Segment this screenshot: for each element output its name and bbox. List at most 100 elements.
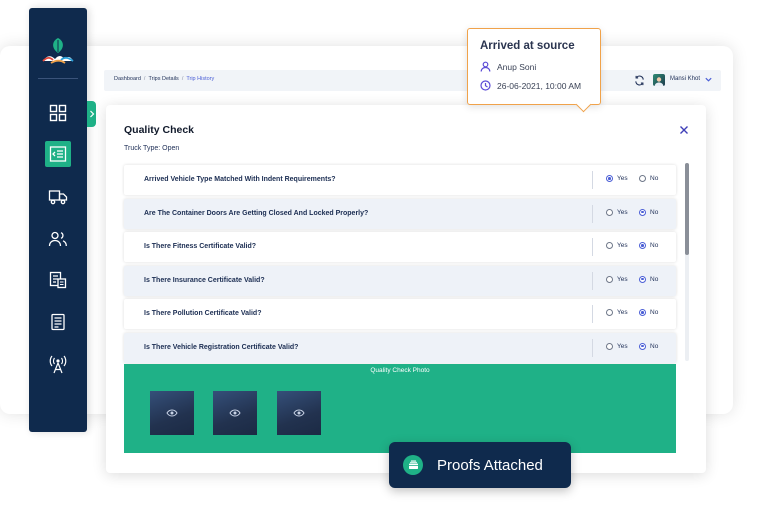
arrived-at-source-card: Arrived at source Anup Soni 26-06-2021, … — [467, 28, 601, 105]
radio-yes[interactable]: Yes — [606, 242, 628, 249]
radio-label: No — [650, 342, 659, 350]
radio-yes[interactable]: Yes — [606, 342, 628, 350]
breadcrumb-dashboard[interactable]: Dashboard — [114, 76, 141, 82]
arrived-time: 26-06-2021, 10:00 AM — [497, 80, 582, 91]
user-name[interactable]: Mansi Khot — [670, 76, 700, 82]
radio-no[interactable]: No — [639, 208, 658, 216]
radio-label: No — [650, 309, 659, 316]
row-divider — [592, 204, 593, 223]
radio-no[interactable]: No — [639, 242, 658, 249]
question-text: Is There Fitness Certificate Valid? — [144, 243, 257, 250]
radio-dot[interactable] — [639, 342, 646, 350]
proofs-attached-badge[interactable]: Proofs Attached — [389, 442, 571, 488]
question-row: Arrived Vehicle Type Matched With Indent… — [124, 165, 676, 195]
avatar[interactable] — [653, 74, 665, 86]
sidebar-item-documents[interactable] — [45, 267, 71, 293]
question-text: Is There Pollution Certificate Valid? — [144, 310, 262, 317]
sidebar-item-trips[interactable] — [45, 141, 71, 167]
close-icon[interactable] — [679, 125, 689, 135]
sidebar — [29, 8, 87, 432]
row-divider — [592, 271, 593, 290]
radio-dot[interactable] — [606, 342, 613, 350]
sidebar-item-dashboard[interactable] — [45, 100, 71, 126]
question-row: Is There Vehicle Registration Certificat… — [124, 332, 676, 363]
radio-dot[interactable] — [606, 175, 613, 182]
breadcrumb-separator: / — [143, 76, 146, 82]
row-divider — [592, 305, 593, 323]
quality-check-photo-panel: Quality Check Photo — [124, 364, 676, 453]
radio-dot[interactable] — [606, 309, 613, 316]
breadcrumb-separator: / — [181, 76, 184, 82]
question-row: Are The Container Doors Are Getting Clos… — [124, 198, 676, 229]
clock-icon — [480, 80, 491, 91]
person-icon — [654, 77, 664, 86]
radio-dot[interactable] — [639, 175, 646, 182]
photo-thumbnail[interactable] — [277, 391, 321, 435]
quality-check-modal: Quality Check Truck Type: Open Arrived V… — [106, 105, 706, 473]
question-text: Is There Insurance Certificate Valid? — [144, 276, 265, 284]
arrived-time-row: 26-06-2021, 10:00 AM — [480, 80, 581, 91]
radio-label: Yes — [617, 275, 628, 283]
radio-yes[interactable]: Yes — [606, 275, 628, 283]
photo-thumbnail[interactable] — [213, 391, 257, 435]
row-divider — [592, 171, 593, 189]
sidebar-item-reports[interactable] — [45, 309, 71, 335]
radio-dot[interactable] — [639, 242, 646, 249]
radio-dot[interactable] — [606, 275, 613, 283]
trip-list-icon — [49, 146, 67, 162]
report-icon — [51, 313, 65, 331]
refresh-icon[interactable] — [634, 75, 645, 86]
radio-label: Yes — [617, 242, 628, 249]
eye-icon — [166, 409, 178, 417]
sidebar-collapse-toggle[interactable] — [87, 101, 96, 127]
radio-dot[interactable] — [639, 208, 646, 216]
radio-label: Yes — [617, 175, 628, 182]
dashboard-grid-icon — [49, 104, 67, 122]
eye-icon — [229, 409, 241, 417]
radio-no[interactable]: No — [639, 309, 658, 316]
radio-dot[interactable] — [639, 309, 646, 316]
radio-no[interactable]: No — [639, 342, 659, 350]
radio-no[interactable]: No — [639, 275, 658, 283]
sidebar-item-users[interactable] — [45, 226, 71, 252]
stack-icon — [403, 455, 423, 475]
scrollbar-thumb[interactable] — [685, 163, 689, 255]
question-list: Arrived Vehicle Type Matched With Indent… — [124, 165, 676, 366]
sidebar-divider — [38, 78, 78, 79]
modal-title: Quality Check — [124, 124, 195, 136]
question-text: Arrived Vehicle Type Matched With Indent… — [144, 176, 336, 183]
top-bar: Dashboard / Trips Details / Trip History… — [104, 70, 721, 91]
radio-dot[interactable] — [606, 208, 613, 216]
radio-no[interactable]: No — [639, 175, 658, 182]
radio-yes[interactable]: Yes — [606, 175, 628, 182]
radio-yes[interactable]: Yes — [606, 208, 628, 216]
question-text: Is There Vehicle Registration Certificat… — [144, 343, 299, 351]
question-row: Is There Insurance Certificate Valid? Yes… — [124, 265, 676, 296]
row-divider — [592, 338, 593, 357]
row-divider — [592, 238, 593, 256]
eye-icon — [293, 409, 305, 417]
photo-label: Quality Check Photo — [370, 367, 430, 374]
brand-logo — [42, 38, 74, 64]
radio-dot[interactable] — [639, 275, 646, 283]
chevron-down-icon[interactable] — [704, 75, 713, 84]
breadcrumb: Dashboard / Trips Details / Trip History — [114, 76, 214, 82]
radio-dot[interactable] — [606, 242, 613, 249]
question-row: Is There Pollution Certificate Valid? Yes… — [124, 299, 676, 329]
users-icon — [48, 231, 67, 247]
sidebar-item-tracking[interactable] — [45, 351, 71, 377]
truck-type: Truck Type: Open — [124, 145, 180, 152]
sidebar-item-vehicles[interactable] — [45, 184, 71, 210]
photo-thumbnail[interactable] — [150, 391, 194, 435]
radio-label: No — [650, 242, 659, 249]
arrived-person: Anup Soni — [497, 61, 537, 72]
radio-yes[interactable]: Yes — [606, 309, 628, 316]
truck-icon — [48, 190, 68, 205]
proofs-label: Proofs Attached — [437, 456, 543, 474]
breadcrumb-trips-details[interactable]: Trips Details — [148, 76, 178, 82]
breadcrumb-trip-history[interactable]: Trip History — [186, 76, 214, 82]
person-icon — [480, 61, 491, 72]
radio-label: No — [650, 175, 659, 182]
radio-label: Yes — [617, 342, 628, 350]
stage: Dashboard / Trips Details / Trip History… — [0, 0, 759, 517]
